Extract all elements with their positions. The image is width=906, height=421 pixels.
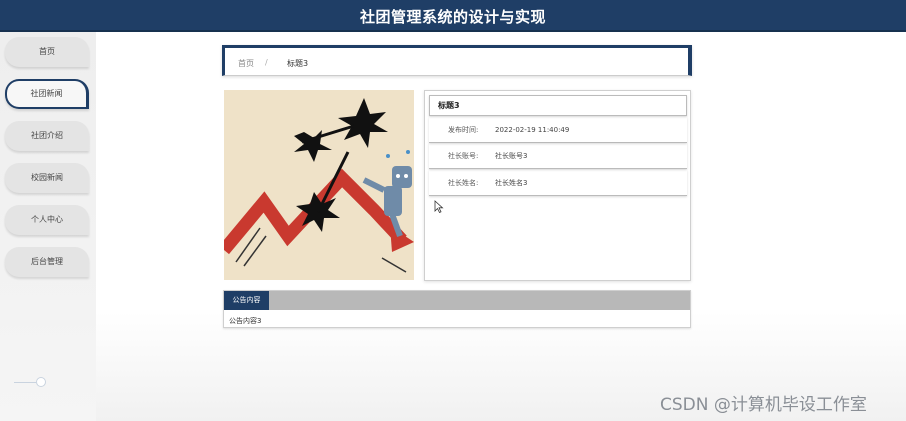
breadcrumb: 首页 / 标题3	[222, 45, 692, 76]
article-title: 标题3	[429, 95, 687, 116]
sidebar-item-club-news[interactable]: 社团新闻	[5, 79, 89, 109]
info-value: 社长账号3	[495, 152, 528, 160]
sidebar-item-personal-center[interactable]: 个人中心	[5, 205, 89, 235]
notice-tab-bar: 公告内容	[224, 291, 690, 310]
breadcrumb-current: 标题3	[287, 59, 309, 68]
info-row-president-name: 社长姓名: 社长姓名3	[429, 170, 687, 196]
info-value: 社长姓名3	[495, 179, 528, 187]
info-label: 发布时间:	[448, 126, 479, 134]
tab-notice-content[interactable]: 公告内容	[224, 291, 269, 310]
breadcrumb-home-link[interactable]: 首页	[238, 58, 254, 69]
info-value: 2022-02-19 11:40:49	[495, 126, 570, 134]
sidebar-item-campus-news[interactable]: 校园新闻	[5, 163, 89, 193]
sidebar-item-home[interactable]: 首页	[5, 37, 89, 67]
header-bar: 社团管理系统的设计与实现	[0, 0, 906, 32]
app-title: 社团管理系统的设计与实现	[359, 8, 546, 26]
info-label: 社长账号:	[448, 152, 479, 160]
info-row-president-account: 社长账号: 社长账号3	[429, 143, 687, 169]
sidebar-item-club-intro[interactable]: 社团介绍	[5, 121, 89, 151]
sidebar-slider[interactable]	[14, 377, 46, 389]
info-label: 社长姓名:	[448, 179, 479, 187]
article-info-panel: 标题3 发布时间: 2022-02-19 11:40:49 社长账号: 社长账号…	[424, 90, 691, 281]
notice-panel: 公告内容 公告内容3	[223, 290, 691, 328]
watermark: CSDN @计算机毕设工作室	[660, 395, 867, 415]
slider-track	[14, 382, 36, 383]
breadcrumb-separator: /	[265, 58, 268, 67]
slider-knob[interactable]	[36, 377, 46, 387]
sidebar-item-admin[interactable]: 后台管理	[5, 247, 89, 277]
article-image	[224, 90, 414, 280]
info-row-publish-time: 发布时间: 2022-02-19 11:40:49	[429, 117, 687, 143]
notice-content: 公告内容3	[229, 317, 262, 325]
falling-chart-illustration	[224, 90, 414, 280]
mouse-cursor-icon	[434, 200, 444, 214]
sidebar: 首页 社团新闻 社团介绍 校园新闻 个人中心 后台管理	[0, 32, 96, 421]
